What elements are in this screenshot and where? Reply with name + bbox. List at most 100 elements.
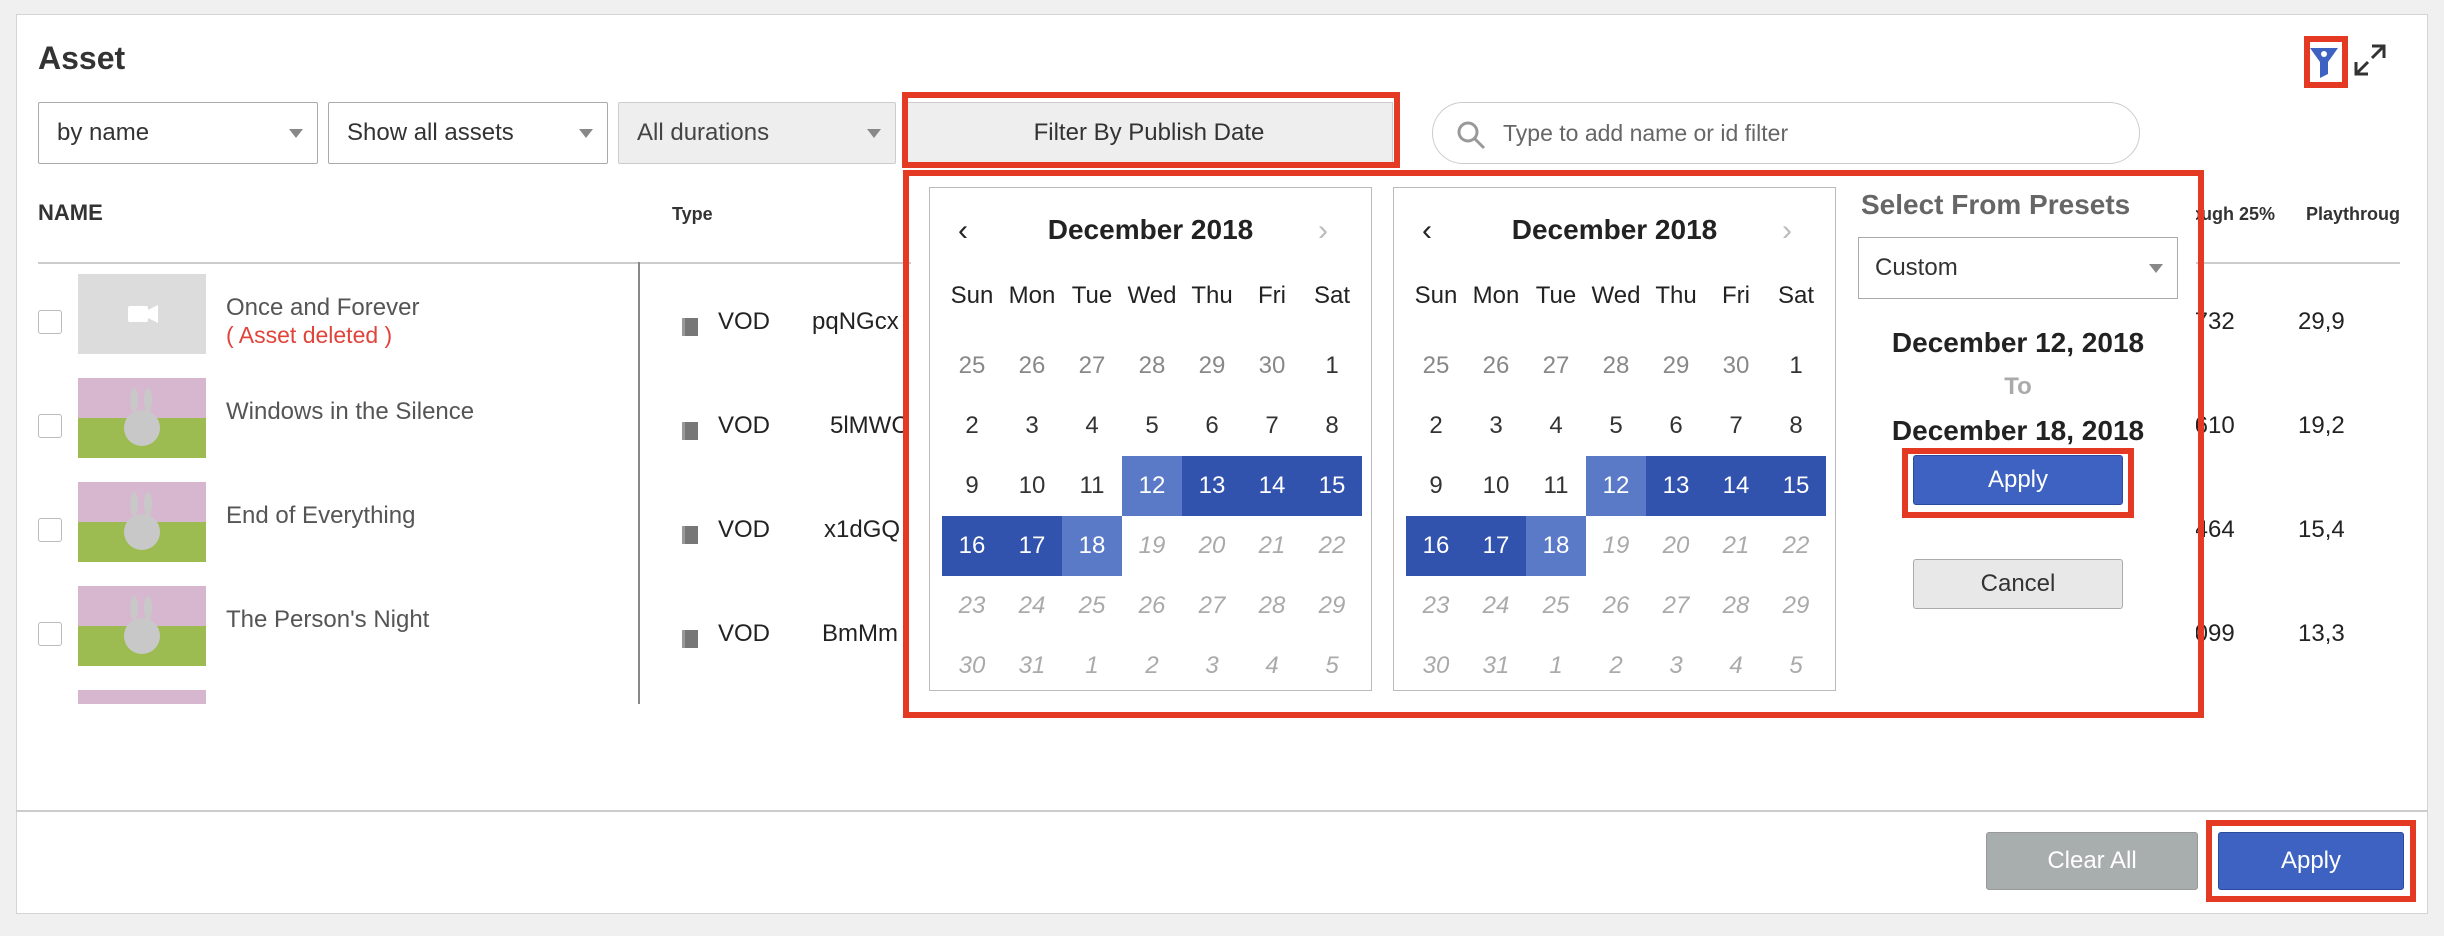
durations-select[interactable]: All durations [618,102,896,164]
apply-button[interactable]: Apply [2218,832,2404,890]
calendar-day[interactable]: 8 [1766,396,1826,456]
asset-type: VOD [718,620,771,647]
calendar-day: 25 [1078,592,1106,619]
asset-thumbnail [78,378,206,458]
calendar-day[interactable]: 12 [1586,456,1646,516]
asset-playthrough: 15,4 [2298,516,2345,543]
row-checkbox[interactable] [38,518,62,542]
asset-name[interactable]: The Person's Night [226,606,429,634]
calendar-day: 19 [1602,532,1630,559]
calendar-day[interactable]: 16 [942,516,1002,576]
calendar-day[interactable]: 11 [1526,456,1586,516]
chevron-down-icon [289,129,303,138]
calendar-day[interactable]: 28 [1586,336,1646,396]
column-type[interactable]: Type [672,204,713,225]
calendar-day[interactable]: 7 [1242,396,1302,456]
calendar-month-title: December 2018 [1047,214,1254,245]
calendar-day[interactable]: 29 [1646,336,1706,396]
filter-button[interactable] [2300,36,2348,86]
show-assets-select[interactable]: Show all assets [328,102,608,164]
calendar-day[interactable]: 1 [1302,336,1362,396]
calendar-day: 29 [1782,592,1810,619]
calendar-day[interactable]: 10 [1002,456,1062,516]
calendar-day[interactable]: 6 [1182,396,1242,456]
preset-select[interactable]: Custom [1858,237,2178,299]
calendar-day[interactable]: 2 [1406,396,1466,456]
calendar-day[interactable]: 14 [1706,456,1766,516]
calendar-day[interactable]: 2 [942,396,1002,456]
calendar-day[interactable]: 28 [1122,336,1182,396]
clear-all-button[interactable]: Clear All [1986,832,2198,890]
asset-name[interactable]: Windows in the Silence [226,398,474,426]
calendar-day[interactable]: 8 [1302,396,1362,456]
next-month-button[interactable]: › [1782,214,1792,248]
calendar-day[interactable]: 1 [1766,336,1826,396]
calendar-day: 4 [1729,652,1743,679]
calendar-day: 31 [1482,652,1510,679]
calendar-day[interactable]: 5 [1122,396,1182,456]
search-input[interactable]: Type to add name or id filter [1432,102,2140,164]
column-name[interactable]: NAME [38,200,103,226]
calendar-day[interactable]: 29 [1182,336,1242,396]
calendar-day: 23 [1422,592,1450,619]
preset-cancel-button[interactable]: Cancel [1913,559,2123,609]
calendar-day[interactable]: 6 [1646,396,1706,456]
bunny-thumbnail-image [78,482,206,562]
calendar-day: 21 [1258,532,1286,559]
calendar-day[interactable]: 14 [1242,456,1302,516]
calendar-day[interactable]: 3 [1002,396,1062,456]
weekday-sat: Sat [1313,282,1351,309]
asset-name[interactable]: End of Everything [226,502,415,530]
date-picker-popup: ‹ December 2018 › Sun Mon Tue Wed Thu Fri Sat 2… [911,175,2196,712]
next-month-button[interactable]: › [1318,214,1328,248]
calendar-day: 19 [1138,532,1166,559]
calendar-day[interactable]: 9 [1406,456,1466,516]
weekday-wed: Wed [1127,282,1177,309]
sort-select[interactable]: by name [38,102,318,164]
row-checkbox[interactable] [38,310,62,334]
calendar-day[interactable]: 16 [1406,516,1466,576]
calendar-day: 31 [1018,652,1046,679]
column-through25[interactable]: ough 25% [2190,204,2275,225]
asset-thumbnail-partial [78,690,206,704]
calendar-day[interactable]: 12 [1122,456,1182,516]
calendar-day[interactable]: 27 [1062,336,1122,396]
calendar-day[interactable]: 26 [1466,336,1526,396]
calendar-day[interactable]: 5 [1586,396,1646,456]
calendar-day[interactable]: 17 [1466,516,1526,576]
preset-apply-button[interactable]: Apply [1913,455,2123,505]
vod-icon [682,526,698,544]
calendar-day[interactable]: 4 [1062,396,1122,456]
weekday-mon: Mon [1472,282,1520,309]
calendar-day[interactable]: 4 [1526,396,1586,456]
calendar-day[interactable]: 25 [1406,336,1466,396]
calendar-day[interactable]: 30 [1242,336,1302,396]
calendar-day[interactable]: 27 [1526,336,1586,396]
calendar-day[interactable]: 18 [1526,516,1586,576]
calendar-day[interactable]: 9 [942,456,1002,516]
calendar-day[interactable]: 17 [1002,516,1062,576]
calendar-day[interactable]: 18 [1062,516,1122,576]
row-checkbox[interactable] [38,414,62,438]
weekday-sat: Sat [1777,282,1815,309]
calendar-day[interactable]: 30 [1706,336,1766,396]
calendar-day[interactable]: 15 [1302,456,1362,516]
calendar-day[interactable]: 13 [1182,456,1242,516]
row-checkbox[interactable] [38,622,62,646]
calendar-day[interactable]: 26 [1002,336,1062,396]
expand-button[interactable] [2350,40,2390,80]
asset-thumbnail [78,274,206,354]
asset-name[interactable]: Once and Forever [226,294,419,322]
calendar-day[interactable]: 10 [1466,456,1526,516]
preset-value: Custom [1875,254,1958,281]
calendar-day[interactable]: 15 [1766,456,1826,516]
calendar-day[interactable]: 7 [1706,396,1766,456]
column-playthrough[interactable]: Playthroug [2306,204,2400,225]
calendar-day[interactable]: 11 [1062,456,1122,516]
calendar-day[interactable]: 25 [942,336,1002,396]
weekday-wed: Wed [1591,282,1641,309]
calendar-day[interactable]: 13 [1646,456,1706,516]
asset-id: BmMm [822,620,898,647]
calendar-day[interactable]: 3 [1466,396,1526,456]
publish-date-filter-button[interactable]: Filter By Publish Date [905,102,1393,164]
